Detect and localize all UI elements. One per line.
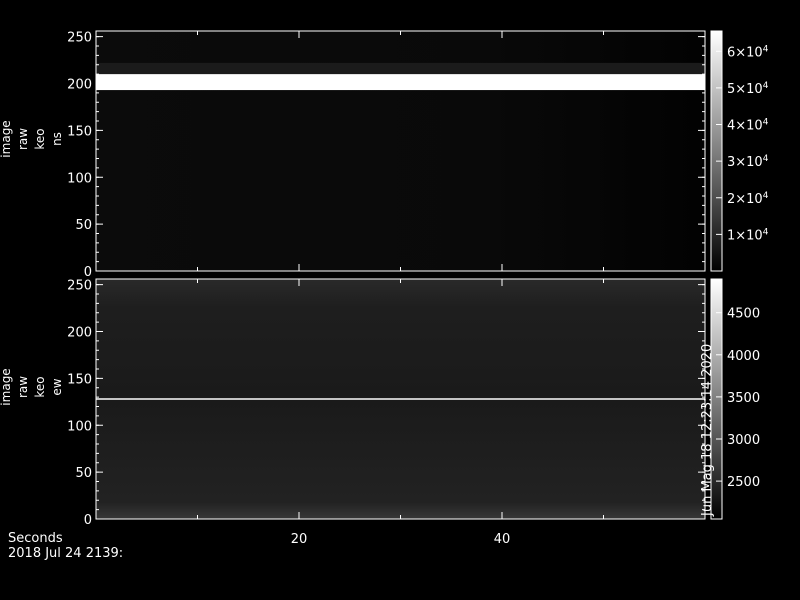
y-tick-label: 150 — [67, 372, 92, 387]
y-tick-label: 100 — [67, 419, 92, 434]
y-label-word: image — [0, 120, 13, 157]
colorbar-side-label: Jun Mag 18 12:23:14 2020 — [700, 344, 715, 517]
y-tick-label: 250 — [67, 31, 92, 46]
colorbar-ticks: 2500 3000 3500 4000 4500 — [716, 307, 760, 490]
y-tick-label: 50 — [75, 218, 92, 233]
colorbar-tick-label: 4000 — [727, 349, 760, 364]
colorbar-ew: 2500 3000 3500 4000 4500 Jun Mag 18 12:23:14… — [700, 278, 760, 520]
y-axis-label-ew: image raw keo ew — [0, 368, 64, 405]
y-tick-label: 250 — [67, 279, 92, 294]
panel-ew: 0 50 100 150 200 250 20 40 image raw keo ew 2500 3… — [0, 278, 760, 547]
colorbar-tick-label: 3×104 — [727, 154, 769, 170]
heatmap-bright-line — [96, 398, 705, 400]
colorbar-ns: 1×104 2×104 3×104 4×104 5×104 6×104 — [710, 30, 769, 272]
colorbar-tick-label: 5×104 — [727, 81, 769, 97]
panel-ns: 050100150200250 image raw keo ns 1×1042×104… — [0, 30, 769, 280]
y-label-word: ns — [50, 132, 64, 146]
heatmap-dim-band — [96, 62, 705, 75]
colorbar-tick-label: 2×104 — [727, 191, 769, 207]
x-tick-label: 20 — [291, 532, 308, 547]
colorbar-tick-label: 6×104 — [727, 44, 769, 60]
y-tick-label: 150 — [67, 124, 92, 139]
colorbar-tick-label: 4×104 — [727, 118, 769, 134]
y-tick-label: 0 — [84, 513, 92, 528]
y-label-word: raw — [16, 376, 30, 398]
y-label-word: keo — [33, 376, 47, 397]
x-tick-label: 40 — [494, 532, 511, 547]
plot-area-ew — [95, 278, 706, 520]
y-label-word: image — [0, 368, 13, 405]
y-label-word: raw — [16, 128, 30, 150]
y-axis-label-ns: image raw keo ns — [0, 120, 64, 157]
colorbar-tick-label: 3500 — [727, 391, 760, 406]
y-tick-label: 200 — [67, 326, 92, 341]
y-tick-label: 50 — [75, 466, 92, 481]
colorbar-tick-label: 4500 — [727, 307, 760, 322]
colorbar-ticks: 1×104 2×104 3×104 4×104 5×104 6×104 — [716, 44, 769, 243]
heatmap-bright-band — [96, 74, 705, 91]
x-axis-label: Seconds — [8, 531, 63, 546]
colorbar-gradient — [710, 30, 723, 272]
colorbar-tick-label: 1×104 — [727, 227, 769, 243]
colorbar-tick-label: 2500 — [727, 475, 760, 490]
y-tick-label: 200 — [67, 78, 92, 93]
y-label-word: ew — [50, 378, 64, 395]
plot-area-ns — [95, 30, 706, 272]
y-label-word: keo — [33, 128, 47, 149]
y-tick-label: 100 — [67, 171, 92, 186]
colorbar-tick-label: 3000 — [727, 433, 760, 448]
date-label: 2018 Jul 24 2139: — [8, 546, 124, 561]
keogram-figure: 050100150200250 image raw keo ns 1×1042×104… — [0, 30, 769, 547]
